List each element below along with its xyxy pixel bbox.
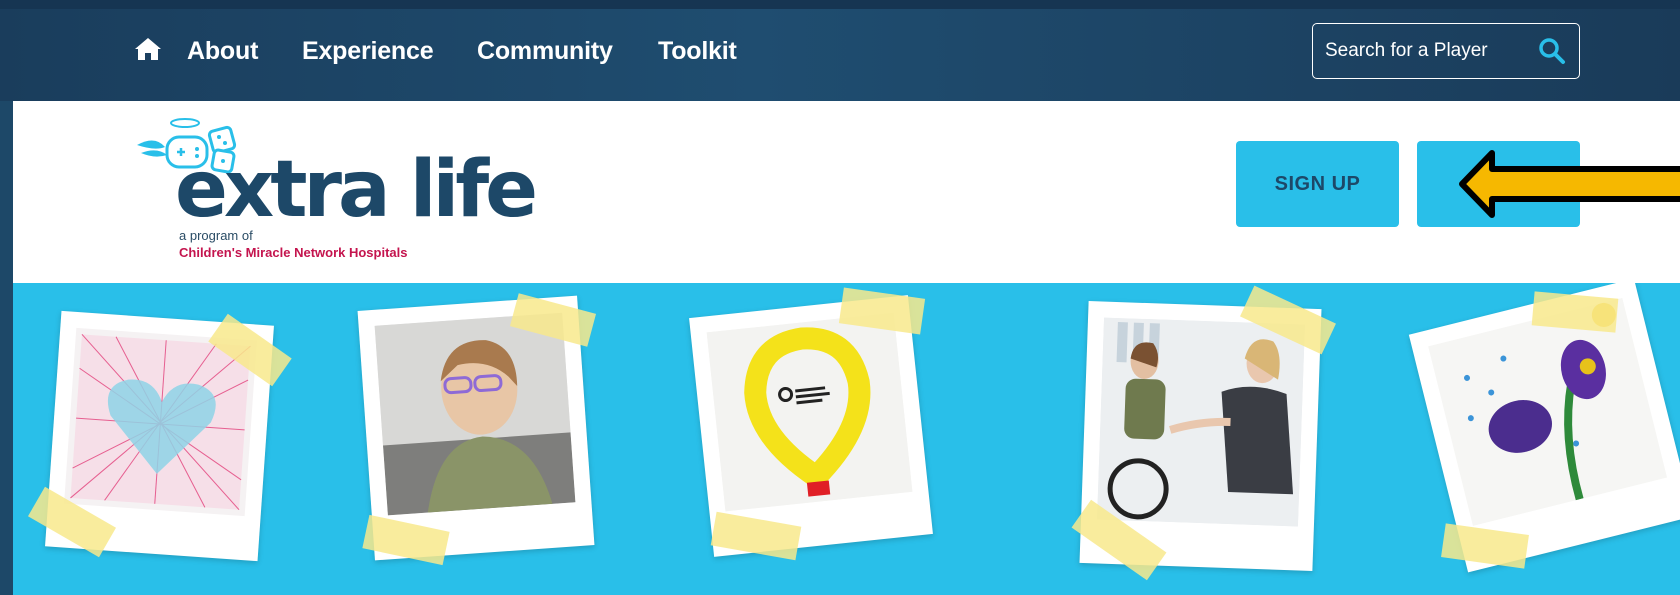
photo-flower-painting (1428, 297, 1668, 526)
photo-therapy-session (1097, 317, 1305, 527)
search-icon[interactable] (1538, 37, 1566, 65)
nav-community[interactable]: Community (477, 37, 613, 66)
logo-wordmark: extra life (175, 145, 538, 235)
tape (1531, 291, 1619, 333)
top-strip (0, 0, 1680, 9)
photo-band (13, 283, 1680, 595)
nav-toolkit[interactable]: Toolkit (658, 37, 737, 66)
player-search (1312, 23, 1580, 79)
nav-about[interactable]: About (187, 37, 258, 66)
photo-smiling-girl (374, 312, 576, 516)
logo-tagline: a program of (179, 228, 253, 243)
extra-life-logo[interactable]: extra life a program of Children's Mirac… (135, 115, 538, 275)
nav-experience[interactable]: Experience (302, 37, 434, 66)
photo-yellow-balloon (706, 312, 913, 512)
sign-up-button[interactable]: SIGN UP (1236, 141, 1399, 227)
annotation-arrow-icon (1459, 150, 1680, 218)
photo-heart-string-art (64, 327, 257, 517)
home-icon[interactable] (133, 36, 163, 62)
search-input[interactable] (1325, 36, 1525, 66)
site-header: extra life a program of Children's Mirac… (13, 101, 1680, 283)
top-nav: About Experience Community Toolkit (0, 0, 1680, 101)
logo-org: Children's Miracle Network Hospitals (179, 245, 408, 260)
